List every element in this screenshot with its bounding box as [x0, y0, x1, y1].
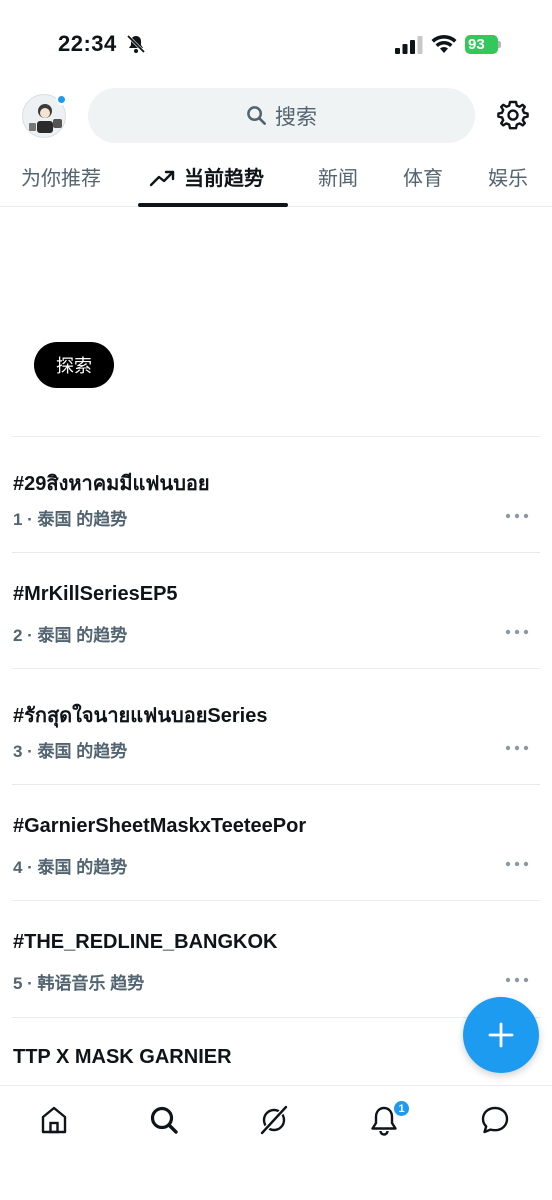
search-input[interactable]: 搜索	[88, 88, 475, 143]
trend-name: #รักสุดใจนายแฟนบอยSeries	[13, 705, 268, 727]
trend-name: #29สิงหาคมมีแฟนบอย	[13, 473, 210, 495]
trending-icon	[150, 170, 175, 187]
gear-icon[interactable]	[497, 99, 529, 131]
notification-badge: 1	[392, 1099, 411, 1118]
tab-entertainment[interactable]: 娱乐	[488, 162, 528, 191]
trend-meta: 1 · 泰国 的趋势	[13, 510, 128, 529]
trend-meta: 5 · 韩语音乐 趋势	[13, 974, 145, 993]
bell-off-icon	[126, 34, 146, 54]
bottom-nav: 1	[0, 1085, 552, 1200]
tab-trending-label: 当前趋势	[184, 168, 264, 190]
messages-icon[interactable]	[479, 1104, 511, 1136]
search-icon	[247, 106, 266, 125]
grok-icon[interactable]	[258, 1104, 290, 1136]
explore-page: 22:34 93 搜索 为你推荐 当前趋势 新闻 体育 娱乐 探索 #29สิง…	[0, 0, 552, 1200]
tab-for-you[interactable]: 为你推荐	[21, 162, 101, 191]
status-time: 22:34	[58, 31, 117, 56]
trend-meta: 2 · 泰国 的趋势	[13, 626, 128, 645]
plus-icon	[488, 1022, 514, 1048]
trend-item[interactable]: #MrKillSeriesEP5 2 · 泰国 的趋势	[0, 553, 552, 669]
more-icon[interactable]	[505, 861, 529, 867]
more-icon[interactable]	[505, 745, 529, 751]
avatar-notification-dot	[56, 94, 67, 105]
battery-level: 93	[468, 36, 485, 53]
more-icon[interactable]	[505, 977, 529, 983]
trend-name: #MrKillSeriesEP5	[13, 583, 178, 605]
compose-button[interactable]	[463, 997, 539, 1073]
trend-name: #THE_REDLINE_BANGKOK	[13, 931, 278, 953]
battery-icon: 93	[465, 35, 501, 54]
trend-item[interactable]: #GarnierSheetMaskxTeeteePor 4 · 泰国 的趋势	[0, 785, 552, 901]
tab-trending[interactable]: 当前趋势	[150, 162, 264, 191]
trend-item[interactable]: #รักสุดใจนายแฟนบอยSeries 3 · 泰国 的趋势	[0, 669, 552, 785]
more-icon[interactable]	[505, 629, 529, 635]
trend-name: TTP X MASK GARNIER	[13, 1046, 232, 1068]
more-icon[interactable]	[505, 513, 529, 519]
signal-icon	[395, 36, 423, 54]
wifi-icon	[431, 34, 457, 53]
explore-button[interactable]: 探索	[34, 342, 114, 388]
trend-meta: 4 · 泰国 的趋势	[13, 858, 128, 877]
active-tab-indicator	[138, 203, 288, 207]
status-bar: 22:34 93	[0, 0, 552, 86]
tab-sports[interactable]: 体育	[403, 162, 443, 191]
home-icon[interactable]	[38, 1104, 70, 1136]
tab-bar: 为你推荐 当前趋势 新闻 体育 娱乐	[0, 150, 552, 207]
trend-name: #GarnierSheetMaskxTeeteePor	[13, 815, 307, 837]
trend-item[interactable]: #THE_REDLINE_BANGKOK 5 · 韩语音乐 趋势	[0, 901, 552, 1017]
trend-meta: 3 · 泰国 的趋势	[13, 742, 128, 761]
search-placeholder: 搜索	[275, 105, 317, 129]
tab-news[interactable]: 新闻	[318, 162, 358, 191]
trend-item[interactable]: #29สิงหาคมมีแฟนบอย 1 · 泰国 的趋势	[0, 437, 552, 553]
search-icon[interactable]	[148, 1104, 180, 1136]
